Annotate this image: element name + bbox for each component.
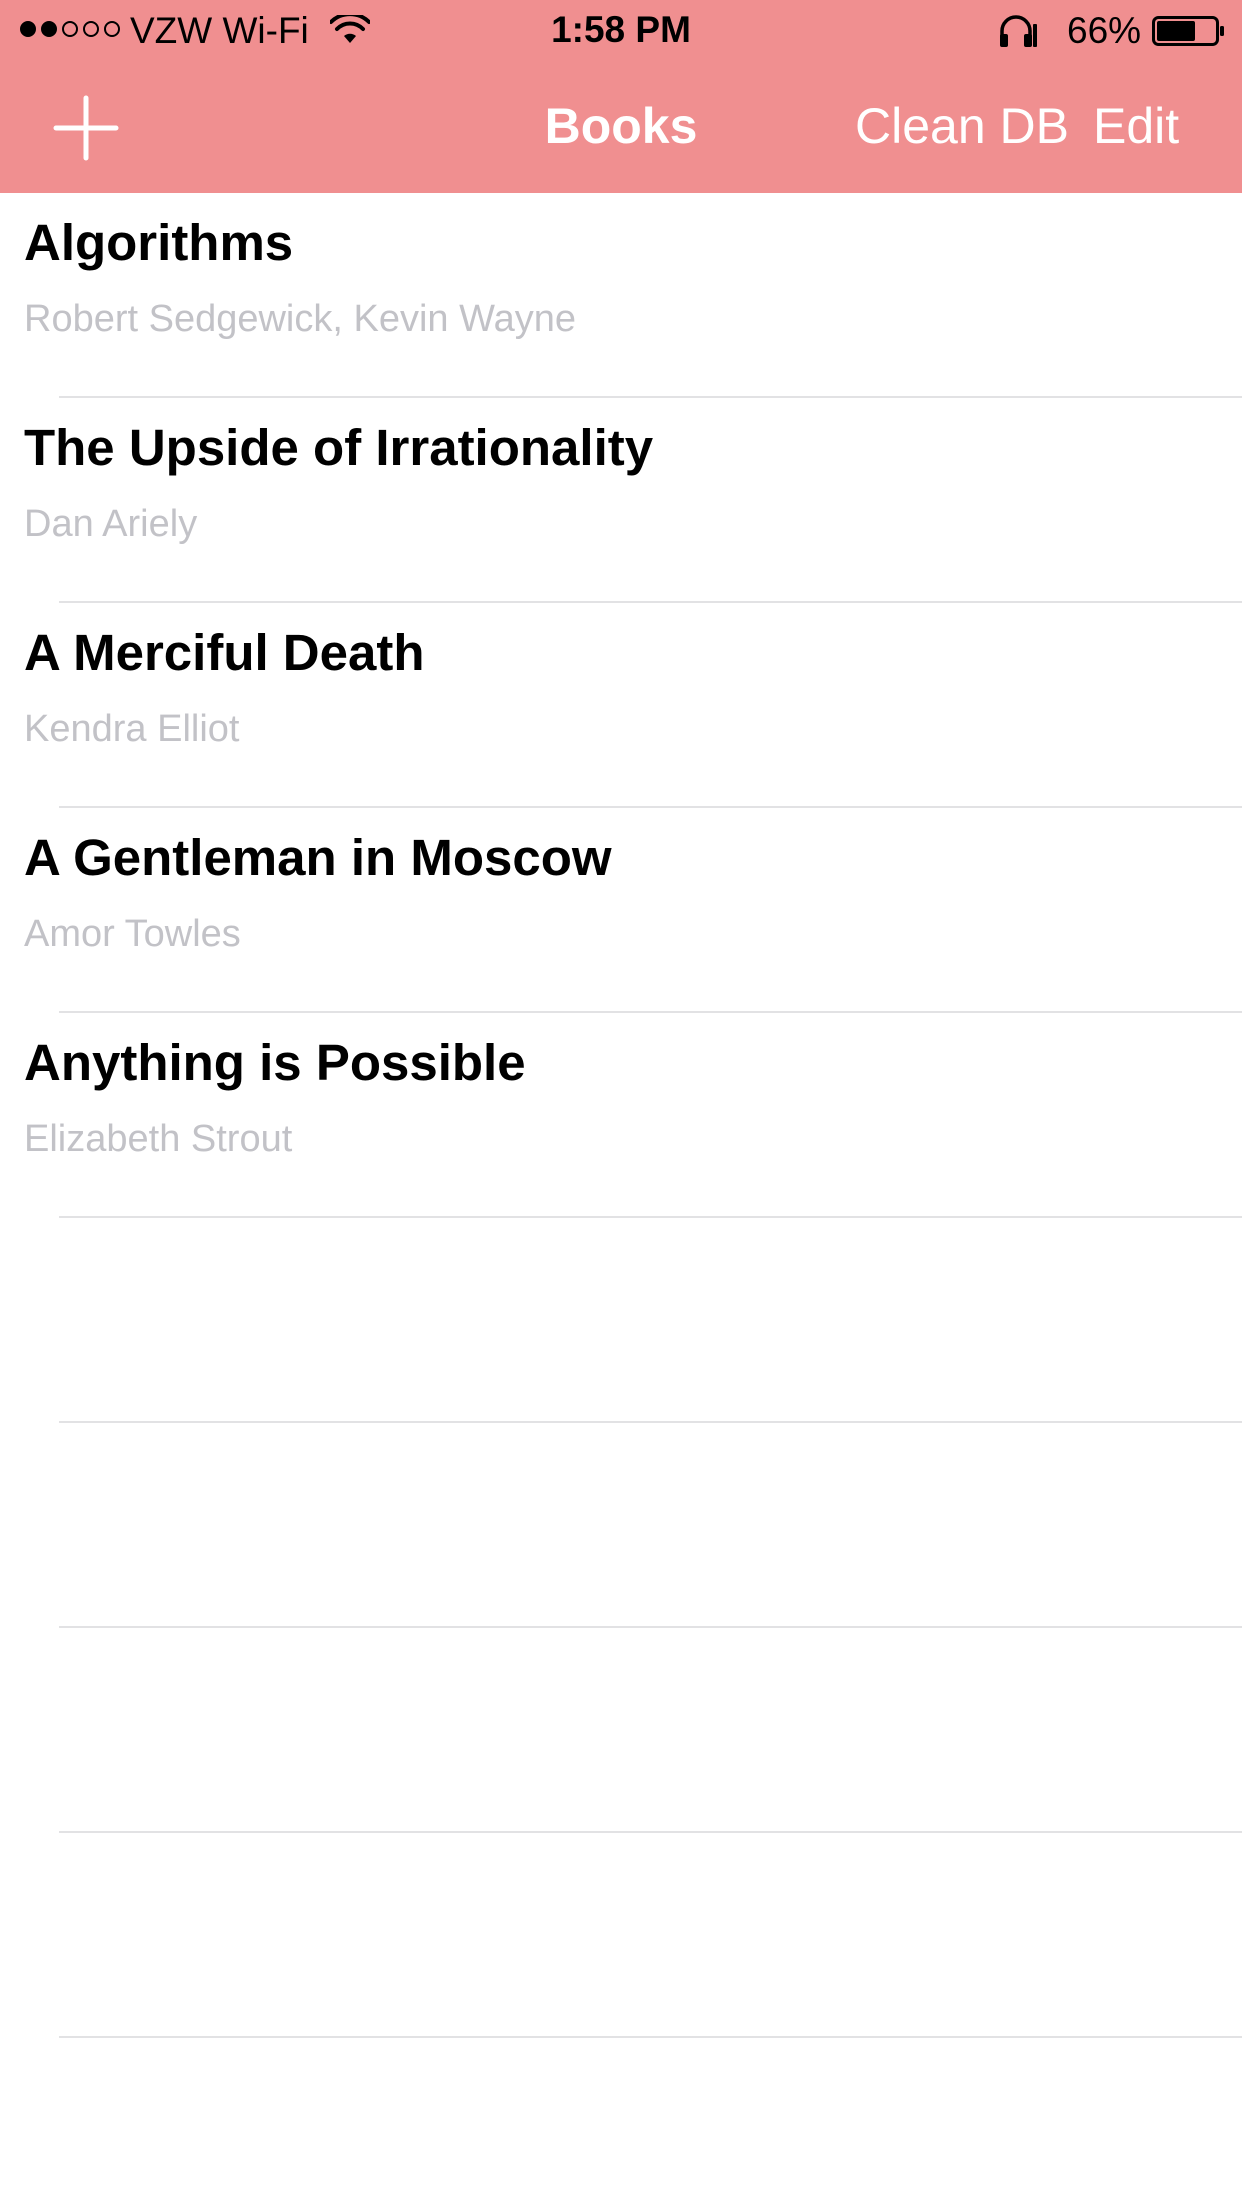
empty-row [0,1628,1242,1833]
book-authors: Robert Sedgewick, Kevin Wayne [24,298,576,340]
book-row[interactable]: A Gentleman in Moscow Amor Towles [0,808,1242,1013]
empty-row [0,1423,1242,1628]
book-authors: Kendra Elliot [24,708,240,750]
book-row[interactable]: A Merciful Death Kendra Elliot [0,603,1242,808]
battery-percent: 66% [1067,10,1142,51]
status-time: 1:58 PM [551,9,691,50]
battery-icon [1152,16,1224,46]
navigation-bar: Books Clean DB Edit [0,62,1242,193]
edit-button[interactable]: Edit [1093,96,1179,156]
status-bar: VZW Wi-Fi 1:58 PM 66% [0,0,1242,62]
empty-row [0,1833,1242,2038]
book-authors: Amor Towles [24,913,241,955]
books-list: Algorithms Robert Sedgewick, Kevin Wayne… [0,193,1242,2208]
headphones-icon [1000,15,1037,47]
book-title: Algorithms [24,214,294,271]
book-title: A Gentleman in Moscow [24,829,612,886]
book-row[interactable]: Algorithms Robert Sedgewick, Kevin Wayne [0,193,1242,398]
book-row[interactable]: Anything is Possible Elizabeth Strout [0,1013,1242,1218]
book-authors: Dan Ariely [24,503,198,545]
header: VZW Wi-Fi 1:58 PM 66% Books Clean DB Edi… [0,0,1242,193]
book-title: Anything is Possible [24,1034,526,1091]
empty-row [0,1218,1242,1423]
empty-row [0,2038,1242,2208]
clean-db-button[interactable]: Clean DB [855,96,1069,156]
book-title: The Upside of Irrationality [24,419,654,476]
books-screen: VZW Wi-Fi 1:58 PM 66% Books Clean DB Edi… [0,0,1242,2208]
book-authors: Elizabeth Strout [24,1118,293,1160]
book-row[interactable]: The Upside of Irrationality Dan Ariely [0,398,1242,603]
book-title: A Merciful Death [24,624,425,681]
